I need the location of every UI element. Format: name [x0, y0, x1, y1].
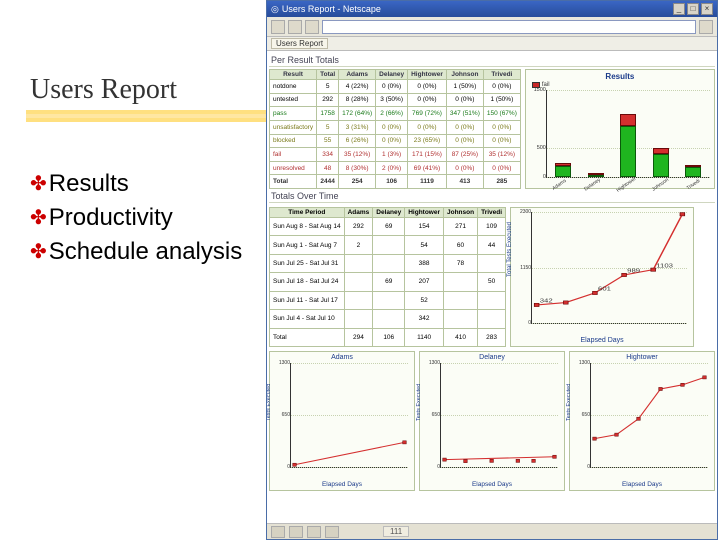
col-header: Hightower — [405, 208, 444, 218]
results-bar-chart: Results fail 05001500 AdamsDelaneyHighto… — [525, 69, 715, 189]
table-row: pass1758172 (64%)2 (66%)769 (72%)347 (51… — [270, 107, 521, 121]
table-row: unsatisfactory53 (31%)0 (0%)0 (0%)0 (0%)… — [270, 120, 521, 134]
status-icon — [325, 526, 339, 538]
col-header: Adams — [339, 70, 376, 80]
browser-window: ◎ Users Report - Netscape _ □ × Users Re… — [266, 0, 718, 540]
bullet-item: ✤Results — [30, 170, 242, 198]
col-header: Delaney — [373, 208, 405, 218]
forward-button[interactable] — [288, 20, 302, 34]
y-axis-label: Tests Executed — [566, 384, 572, 421]
svg-text:989: 989 — [627, 269, 640, 275]
bullet-item: ✤Schedule analysis — [30, 238, 242, 266]
table-row: Sun Jul 4 - Sat Jul 10342 — [270, 310, 506, 328]
col-header: Delaney — [376, 70, 408, 80]
bullet-list: ✤Results ✤Productivity ✤Schedule analysi… — [30, 170, 242, 272]
table-row: fail33435 (12%)1 (3%)171 (15%)87 (25%)35… — [270, 148, 521, 162]
table-row: notdone54 (22%)0 (0%)0 (0%)1 (50%)0 (0%) — [270, 80, 521, 94]
y-axis-label: Tests Executed — [416, 384, 422, 421]
back-button[interactable] — [271, 20, 285, 34]
col-header: Johnson — [446, 70, 483, 80]
user-line-chart: AdamsTests Executed13006500Elapsed Days — [269, 351, 415, 491]
table-row: Sun Aug 8 - Sat Aug 1429269154271109 — [270, 218, 506, 236]
table-row: untested2928 (28%)3 (50%)0 (0%)0 (0%)1 (… — [270, 93, 521, 107]
y-axis-label: Tests Executed — [267, 384, 272, 421]
col-header: Trivedi — [478, 208, 506, 218]
tab-users-report[interactable]: Users Report — [271, 38, 328, 49]
user-line-chart: HightowerTests Executed13006500Elapsed D… — [569, 351, 715, 491]
totals-line-chart: Total Tests Executed 2300115003426019891… — [510, 207, 694, 347]
section-per-result-totals: Per Result Totals — [269, 53, 715, 67]
bullet-icon: ✤ — [30, 170, 47, 198]
table-row: Total2941061140410283 — [270, 328, 506, 346]
status-icon — [307, 526, 321, 538]
svg-text:1103: 1103 — [656, 263, 673, 269]
bullet-item: ✤Productivity — [30, 204, 242, 232]
table-row: Sun Jul 25 - Sat Jul 3138878 — [270, 254, 506, 272]
search-button[interactable] — [699, 20, 713, 34]
chart-title: Results — [528, 72, 712, 81]
col-header: Total — [317, 70, 339, 80]
pager: 111 — [383, 526, 409, 537]
window-titlebar: ◎ Users Report - Netscape _ □ × — [267, 1, 717, 17]
x-axis-label: Elapsed Days — [272, 481, 412, 488]
bullet-text: Results — [49, 170, 129, 198]
chart-title: Delaney — [422, 354, 562, 361]
bullet-icon: ✤ — [30, 204, 47, 232]
svg-text:601: 601 — [598, 287, 611, 293]
y-axis-label: Total Tests Executed — [507, 222, 513, 277]
table-row: Sun Jul 11 - Sat Jul 1752 — [270, 291, 506, 309]
user-line-chart: DelaneyTests Executed13006500Elapsed Day… — [419, 351, 565, 491]
x-axis-label: Elapsed Days — [572, 481, 712, 488]
bullet-text: Productivity — [49, 204, 173, 232]
browser-toolbar — [267, 17, 717, 37]
table-row: Sun Jul 18 - Sat Jul 246920750 — [270, 273, 506, 291]
bullet-icon: ✤ — [30, 238, 47, 266]
status-icon — [271, 526, 285, 538]
decorative-swash — [26, 110, 266, 122]
app-icon: ◎ — [271, 4, 279, 15]
tab-bar: Users Report — [267, 37, 717, 51]
table-row: Total24442541061119413285 — [270, 175, 521, 189]
col-header: Johnson — [444, 208, 478, 218]
results-table: ResultTotalAdamsDelaneyHightowerJohnsonT… — [269, 69, 521, 189]
chart-title: Hightower — [572, 354, 712, 361]
status-bar: 111 — [267, 523, 717, 539]
slide-title: Users Report — [30, 74, 177, 106]
svg-text:2300: 2300 — [686, 212, 688, 214]
col-header: Result — [270, 70, 317, 80]
col-header: Hightower — [408, 70, 447, 80]
status-icon — [289, 526, 303, 538]
reload-button[interactable] — [305, 20, 319, 34]
time-period-table: Time PeriodAdamsDelaneyHightowerJohnsonT… — [269, 207, 506, 347]
x-axis-label: Elapsed Days — [422, 481, 562, 488]
table-row: unresolved488 (30%)2 (0%)69 (41%)0 (0%)0… — [270, 161, 521, 175]
address-bar[interactable] — [322, 20, 696, 34]
x-axis-label: Elapsed Days — [513, 337, 691, 344]
col-header: Adams — [344, 208, 373, 218]
minimize-button[interactable]: _ — [673, 3, 685, 15]
table-row: Sun Aug 1 - Sat Aug 72546044 — [270, 236, 506, 254]
close-button[interactable]: × — [701, 3, 713, 15]
page-content: Per Result Totals ResultTotalAdamsDelane… — [267, 51, 717, 523]
col-header: Time Period — [270, 208, 345, 218]
col-header: Trivedi — [483, 70, 520, 80]
table-row: blocked556 (26%)0 (0%)23 (65%)0 (0%)0 (0… — [270, 134, 521, 148]
maximize-button[interactable]: □ — [687, 3, 699, 15]
window-title: Users Report - Netscape — [282, 4, 381, 14]
svg-text:342: 342 — [540, 299, 553, 305]
chart-title: Adams — [272, 354, 412, 361]
bullet-text: Schedule analysis — [49, 238, 242, 266]
chart-legend: fail — [532, 82, 712, 88]
